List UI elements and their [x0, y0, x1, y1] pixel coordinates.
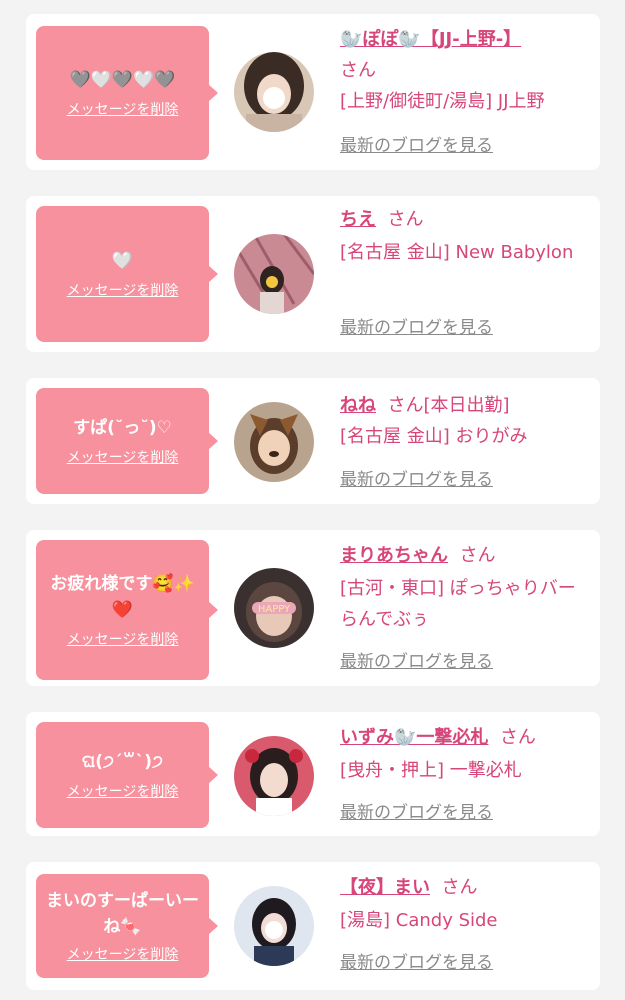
honorific: さん [499, 727, 536, 748]
message-bubble: まいのすーぱーいーね🍬 メッセージを削除 [36, 874, 218, 978]
delete-message-link[interactable]: メッセージを削除 [67, 781, 179, 801]
honorific: さん [441, 877, 478, 898]
card-info: 🦭ぽぽ🦭【JJ-上野-】 さん [上野/御徒町/湯島] JJ上野 [340, 24, 592, 117]
card-info: 【夜】まい さん [湯島] Candy Side [340, 872, 592, 936]
message-bubble: 🩶🤍🩶🤍🩶 メッセージを削除 [36, 26, 218, 160]
card-info: ねね さん[本日出勤] [名古屋 金山] おりがみ [340, 390, 592, 452]
message-card: まいのすーぱーいーね🍬 メッセージを削除 【夜】まい さん [湯島] Candy… [26, 862, 600, 990]
latest-blog-link[interactable]: 最新のブログを見る [340, 802, 493, 824]
message-card: ଘ(੭ˊ꒳ˋ)੭ メッセージを削除 いずみ🦭一撃必札 さん [曳舟・押上] 一撃… [26, 712, 600, 836]
card-info: いずみ🦭一撃必札 さん [曳舟・押上] 一撃必札 [340, 722, 592, 786]
message-card: 🤍 メッセージを削除 ちえ さん [名古屋 金山] New Babylon 最新… [26, 196, 600, 352]
girl-photo-avatar-icon [234, 736, 314, 816]
shop-info: [曳舟・押上] 一撃必札 [340, 760, 522, 781]
card-info: ちえ さん [名古屋 金山] New Babylon [340, 204, 592, 268]
shop-info: [上野/御徒町/湯島] JJ上野 [340, 91, 545, 112]
girl-name-link[interactable]: 【夜】まい [340, 877, 430, 898]
delete-message-link[interactable]: メッセージを削除 [67, 280, 179, 300]
delete-message-link[interactable]: メッセージを削除 [67, 447, 179, 467]
message-bubble: すぱ(˘っ˘)♡ メッセージを削除 [36, 388, 218, 494]
honorific: さん[本日出勤] [387, 395, 510, 416]
message-text: 🤍 [111, 251, 134, 271]
avatar[interactable] [234, 52, 314, 132]
delete-message-link[interactable]: メッセージを削除 [67, 944, 179, 964]
honorific: さん [387, 209, 424, 230]
delete-message-link[interactable]: メッセージを削除 [67, 99, 179, 119]
shop-info: [湯島] Candy Side [340, 910, 498, 931]
honorific: さん [340, 60, 376, 81]
message-bubble: お疲れ様です🥰✨❤️ メッセージを削除 [36, 540, 218, 680]
shop-info: [名古屋 金山] New Babylon [340, 242, 574, 263]
avatar[interactable]: HAPPY [234, 568, 314, 648]
message-text: すぱ(˘っ˘)♡ [73, 418, 172, 438]
girl-photo-avatar-icon: HAPPY [234, 568, 314, 648]
honorific: さん [459, 545, 496, 566]
girl-photo-avatar-icon [234, 234, 314, 314]
message-card: すぱ(˘っ˘)♡ メッセージを削除 ねね さん[本日出勤] [名古屋 金山] お… [26, 378, 600, 504]
delete-message-link[interactable]: メッセージを削除 [67, 629, 179, 649]
girl-name-link[interactable]: まりあちゃん [340, 545, 448, 566]
message-card: お疲れ様です🥰✨❤️ メッセージを削除 HAPPY まりあちゃん さん [古河・… [26, 530, 600, 686]
shop-info: [名古屋 金山] おりがみ [340, 426, 528, 447]
message-bubble: 🤍 メッセージを削除 [36, 206, 218, 342]
message-card: 🩶🤍🩶🤍🩶 メッセージを削除 🦭ぽぽ🦭【JJ-上野-】 さん [上野/御徒町/湯… [26, 14, 600, 170]
avatar[interactable] [234, 736, 314, 816]
latest-blog-link[interactable]: 最新のブログを見る [340, 317, 493, 339]
svg-text:HAPPY: HAPPY [258, 604, 291, 615]
girl-name-link[interactable]: ねね [340, 395, 376, 416]
latest-blog-link[interactable]: 最新のブログを見る [340, 135, 493, 157]
girl-name-link[interactable]: ちえ [340, 209, 376, 230]
girl-name-link[interactable]: いずみ🦭一撃必札 [340, 727, 488, 748]
avatar[interactable] [234, 234, 314, 314]
girl-photo-avatar-icon [234, 402, 314, 482]
avatar[interactable] [234, 886, 314, 966]
girl-name-link[interactable]: 🦭ぽぽ🦭【JJ-上野-】 [340, 29, 521, 50]
message-text: ଘ(੭ˊ꒳ˋ)੭ [82, 752, 163, 772]
message-text: 🩶🤍🩶🤍🩶 [69, 70, 176, 90]
shop-info: [古河・東口] ぽっちゃりバー らんでぶぅ [340, 578, 576, 630]
girl-photo-avatar-icon [234, 886, 314, 966]
latest-blog-link[interactable]: 最新のブログを見る [340, 469, 493, 491]
avatar[interactable] [234, 402, 314, 482]
message-bubble: ଘ(੭ˊ꒳ˋ)੭ メッセージを削除 [36, 722, 218, 828]
latest-blog-link[interactable]: 最新のブログを見る [340, 952, 493, 974]
message-text: まいのすーぱーいーね🍬 [46, 891, 199, 937]
latest-blog-link[interactable]: 最新のブログを見る [340, 651, 493, 673]
card-info: まりあちゃん さん [古河・東口] ぽっちゃりバー らんでぶぅ [340, 540, 592, 635]
message-text: お疲れ様です🥰✨❤️ [50, 574, 195, 620]
girl-photo-avatar-icon [234, 52, 314, 132]
